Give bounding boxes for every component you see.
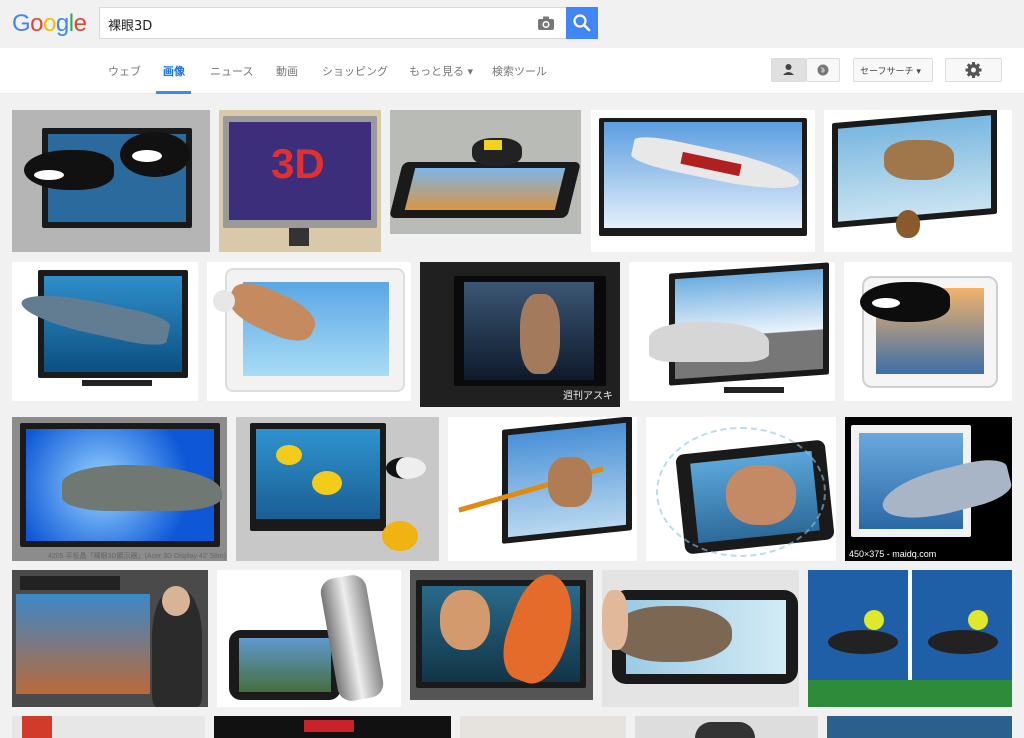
- tab-search-tools[interactable]: 検索ツール: [492, 63, 547, 79]
- logo-letter: o: [43, 10, 56, 37]
- image-result-diver-tablet[interactable]: [646, 417, 836, 561]
- image-result-motorbike-tablet[interactable]: [390, 110, 581, 234]
- image-result-shark-tv[interactable]: [12, 262, 198, 401]
- tab-images[interactable]: 画像: [163, 63, 185, 79]
- watermark-text: 週刊アスキー: [563, 391, 613, 407]
- image-result-partial[interactable]: [460, 716, 626, 738]
- image-result-partial[interactable]: [827, 716, 1012, 738]
- image-result-javelin-tv[interactable]: [448, 417, 637, 561]
- safesearch-dropdown[interactable]: セーフサーチ ▾: [853, 58, 933, 82]
- image-result-fish-tv[interactable]: [236, 417, 439, 561]
- image-result-toshiba-tv[interactable]: 週刊アスキー: [420, 262, 620, 407]
- image-result-scrat-tv[interactable]: [824, 110, 1012, 252]
- logo-letter: o: [30, 10, 44, 37]
- tab-shopping[interactable]: ショッピング: [322, 63, 388, 79]
- tab-web[interactable]: ウェブ: [108, 63, 141, 79]
- image-result-mermaid-tv[interactable]: [410, 570, 593, 700]
- image-result-tennis-split[interactable]: [808, 570, 1012, 707]
- settings-button[interactable]: [945, 58, 1002, 82]
- image-result-car-tv[interactable]: [629, 262, 835, 401]
- image-result-3d-logo-tv[interactable]: 3D: [219, 110, 381, 252]
- personal-results-button[interactable]: [771, 58, 806, 82]
- camera-icon[interactable]: [537, 15, 555, 31]
- image-result-partial[interactable]: [635, 716, 818, 738]
- image-result-ice-age-phone[interactable]: [602, 570, 799, 707]
- image-result-orca-tv[interactable]: [12, 110, 210, 252]
- image-result-orca-tablet[interactable]: [844, 262, 1012, 401]
- gear-icon: [965, 62, 982, 78]
- image-result-basketball-tv[interactable]: [207, 262, 411, 401]
- search-input[interactable]: 裸眼3D: [99, 7, 566, 39]
- person-icon: [783, 64, 794, 75]
- top-bar: Google 裸眼3D: [0, 0, 1024, 48]
- image-result-dolphin-tv[interactable]: 450×375 - maidq.com: [845, 417, 1012, 561]
- global-results-button[interactable]: [806, 58, 840, 82]
- image-result-jet-tv[interactable]: [591, 110, 815, 252]
- image-result-iphone-game[interactable]: [217, 570, 401, 707]
- tab-news[interactable]: ニュース: [210, 63, 253, 79]
- logo-letter: g: [55, 10, 69, 37]
- google-logo[interactable]: Google: [12, 10, 87, 38]
- image-result-lamborghini-tv[interactable]: 4205 平板晶「裸眼3D顯示器」(Acer 3D Display 42' 58…: [12, 417, 227, 561]
- logo-letter: G: [12, 10, 31, 37]
- logo-letter: e: [73, 10, 87, 37]
- nav-bar: ウェブ 画像 ニュース 動画 ショッピング もっと見る ▾ 検索ツール セーフサ…: [0, 48, 1024, 94]
- image-results-grid: 3D 週刊アスキー: [0, 94, 1024, 738]
- image-result-partial[interactable]: [12, 716, 205, 738]
- search-button[interactable]: [566, 7, 598, 39]
- search-icon: [573, 14, 591, 32]
- image-caption: 4205 平板晶「裸眼3D顯示器」(Acer 3D Display 42' 58…: [48, 553, 226, 560]
- tab-more[interactable]: もっと見る ▾: [409, 63, 473, 79]
- image-result-partial[interactable]: [214, 716, 451, 738]
- image-size-badge: 450×375 - maidq.com: [845, 547, 941, 561]
- globe-icon: [817, 64, 829, 76]
- search-query: 裸眼3D: [108, 19, 153, 34]
- tab-videos[interactable]: 動画: [276, 63, 298, 79]
- image-result-sony-demo[interactable]: [12, 570, 208, 707]
